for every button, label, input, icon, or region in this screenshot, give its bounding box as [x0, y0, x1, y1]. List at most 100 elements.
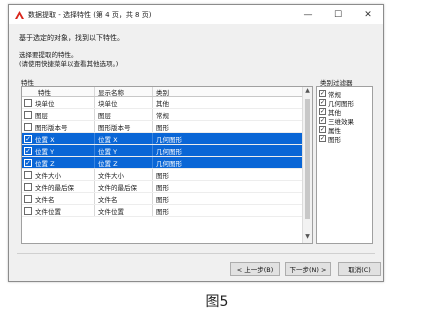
scrollbar-thumb[interactable] [305, 99, 310, 219]
scroll-down-icon[interactable]: ▼ [303, 233, 312, 243]
display-name-cell: 位置 Y [95, 145, 153, 156]
filter-checkbox[interactable]: ✓ [319, 117, 326, 124]
prompt-line-2: (请使用快捷菜单以查看其他选项。) [19, 60, 119, 68]
prompt-text: 选择要提取的特性。 (请使用快捷菜单以查看其他选项。) [19, 51, 118, 69]
figure-caption: 图5 [205, 294, 229, 310]
filter-label: 图形 [328, 135, 341, 144]
filter-item[interactable]: ✓ 三维效果 [317, 116, 372, 126]
property-cell: 图形版本号 [22, 121, 95, 132]
property-name: 文件名 [35, 195, 55, 204]
table-row[interactable]: 文件位置 文件位置 图形 [22, 205, 312, 217]
display-name-cell: 块单位 [95, 97, 153, 108]
data-extraction-dialog: 数据提取 - 选择特性 (第 4 页，共 8 页) — ☐ ✕ 基于选定的对象，… [8, 4, 384, 282]
property-cell: ✓ 位置 Z [22, 157, 95, 168]
property-cell: 文件名 [22, 193, 95, 204]
window-title: 数据提取 - 选择特性 (第 4 页，共 8 页) [28, 10, 152, 19]
property-name: 位置 Y [35, 147, 55, 156]
row-checkbox[interactable]: ✓ [24, 147, 32, 155]
category-cell: 图形 [156, 207, 169, 216]
back-button[interactable]: < 上一步(B) [230, 262, 280, 276]
scroll-up-icon[interactable]: ▲ [303, 87, 312, 97]
display-name-cell: 位置 Z [95, 157, 153, 168]
autocad-a-icon [15, 10, 24, 19]
category-cell: 图形 [156, 123, 169, 132]
property-name: 文件的最后保 [35, 183, 74, 192]
dialog-body: 基于选定的对象，找到以下特性。 选择要提取的特性。 (请使用快捷菜单以查看其他选… [9, 24, 383, 281]
row-checkbox[interactable] [24, 99, 32, 107]
row-checkbox[interactable]: ✓ [24, 159, 32, 167]
category-cell: 几何图形 [156, 147, 182, 156]
intro-text: 基于选定的对象，找到以下特性。 [19, 34, 124, 42]
category-cell: 其他 [156, 99, 169, 108]
close-button[interactable]: ✕ [353, 5, 383, 24]
filter-checkbox[interactable]: ✓ [319, 108, 326, 115]
prompt-line-1: 选择要提取的特性。 [19, 51, 78, 59]
row-checkbox[interactable] [24, 123, 32, 131]
property-name: 图层 [35, 111, 48, 120]
properties-rows: 块单位 块单位 其他 图层 图层 常规 图形版本号 图形版本号 图形 ✓ 位置 X 位置 X 几何图形 ✓… [22, 97, 312, 217]
display-name-cell: 文件名 [95, 193, 153, 204]
row-checkbox[interactable] [24, 111, 32, 119]
column-header-display-name[interactable]: 显示名称 [95, 87, 153, 96]
property-name: 文件位置 [35, 207, 61, 216]
property-cell: ✓ 位置 X [22, 133, 95, 144]
filter-item[interactable]: ✓ 图形 [317, 134, 372, 144]
property-cell: 块单位 [22, 97, 95, 108]
row-checkbox[interactable] [24, 171, 32, 179]
property-cell: 文件大小 [22, 169, 95, 180]
property-name: 位置 Z [35, 159, 55, 168]
table-row[interactable]: ✓ 位置 Y 位置 Y 几何图形 [22, 145, 312, 157]
property-name: 图形版本号 [35, 123, 68, 132]
cancel-button[interactable]: 取消(C) [338, 262, 381, 276]
filter-item[interactable]: ✓ 属性 [317, 125, 372, 135]
filter-item[interactable]: ✓ 几何图形 [317, 98, 372, 108]
display-name-cell: 文件位置 [95, 205, 153, 216]
category-cell: 图形 [156, 183, 169, 192]
category-cell: 图形 [156, 171, 169, 180]
row-checkbox[interactable] [24, 195, 32, 203]
display-name-cell: 文件大小 [95, 169, 153, 180]
property-name: 文件大小 [35, 171, 61, 180]
table-row[interactable]: 文件大小 文件大小 图形 [22, 169, 312, 181]
next-button[interactable]: 下一步(N) > [285, 262, 331, 276]
row-checkbox[interactable]: ✓ [24, 135, 32, 143]
display-name-cell: 文件的最后保 [95, 181, 153, 192]
row-checkbox[interactable] [24, 207, 32, 215]
property-name: 块单位 [35, 99, 55, 108]
display-name-cell: 图形版本号 [95, 121, 153, 132]
row-checkbox[interactable] [24, 183, 32, 191]
column-header-property[interactable]: 特性 [22, 87, 95, 96]
table-row[interactable]: 文件的最后保 文件的最后保 图形 [22, 181, 312, 193]
property-cell: ✓ 位置 Y [22, 145, 95, 156]
minimize-button[interactable]: — [293, 5, 323, 24]
maximize-button[interactable]: ☐ [323, 5, 353, 24]
category-filter-list[interactable]: ✓ 常规 ✓ 几何图形 ✓ 其他 ✓ 三维效果 ✓ 属性 ✓ 图形 [316, 86, 373, 244]
properties-list-header: 特性 显示名称 类别 [22, 87, 312, 97]
properties-scrollbar[interactable]: ▲ ▼ [302, 87, 312, 243]
category-filter-items: ✓ 常规 ✓ 几何图形 ✓ 其他 ✓ 三维效果 ✓ 属性 ✓ 图形 [317, 89, 372, 144]
filter-checkbox[interactable]: ✓ [319, 126, 326, 133]
button-divider [17, 253, 375, 254]
filter-checkbox[interactable]: ✓ [319, 90, 326, 97]
category-cell: 几何图形 [156, 135, 182, 144]
table-row[interactable]: 图形版本号 图形版本号 图形 [22, 121, 312, 133]
filter-checkbox[interactable]: ✓ [319, 99, 326, 106]
table-row[interactable]: ✓ 位置 Z 位置 Z 几何图形 [22, 157, 312, 169]
properties-list[interactable]: 特性 显示名称 类别 块单位 块单位 其他 图层 图层 常规 图形版本号 图形版本号 图形 ✓ 位置… [21, 86, 313, 244]
table-row[interactable]: 文件名 文件名 图形 [22, 193, 312, 205]
category-cell: 常规 [156, 111, 169, 120]
table-row[interactable]: 图层 图层 常规 [22, 109, 312, 121]
property-cell: 文件位置 [22, 205, 95, 216]
category-cell: 图形 [156, 195, 169, 204]
property-cell: 文件的最后保 [22, 181, 95, 192]
category-cell: 几何图形 [156, 159, 182, 168]
table-row[interactable]: ✓ 位置 X 位置 X 几何图形 [22, 133, 312, 145]
column-header-category[interactable]: 类别 [153, 87, 293, 97]
display-name-cell: 位置 X [95, 133, 153, 144]
property-cell: 图层 [22, 109, 95, 120]
filter-checkbox[interactable]: ✓ [319, 135, 326, 142]
display-name-cell: 图层 [95, 109, 153, 120]
title-bar: 数据提取 - 选择特性 (第 4 页，共 8 页) — ☐ ✕ [9, 5, 383, 24]
window-controls: — ☐ ✕ [293, 5, 383, 24]
table-row[interactable]: 块单位 块单位 其他 [22, 97, 312, 109]
